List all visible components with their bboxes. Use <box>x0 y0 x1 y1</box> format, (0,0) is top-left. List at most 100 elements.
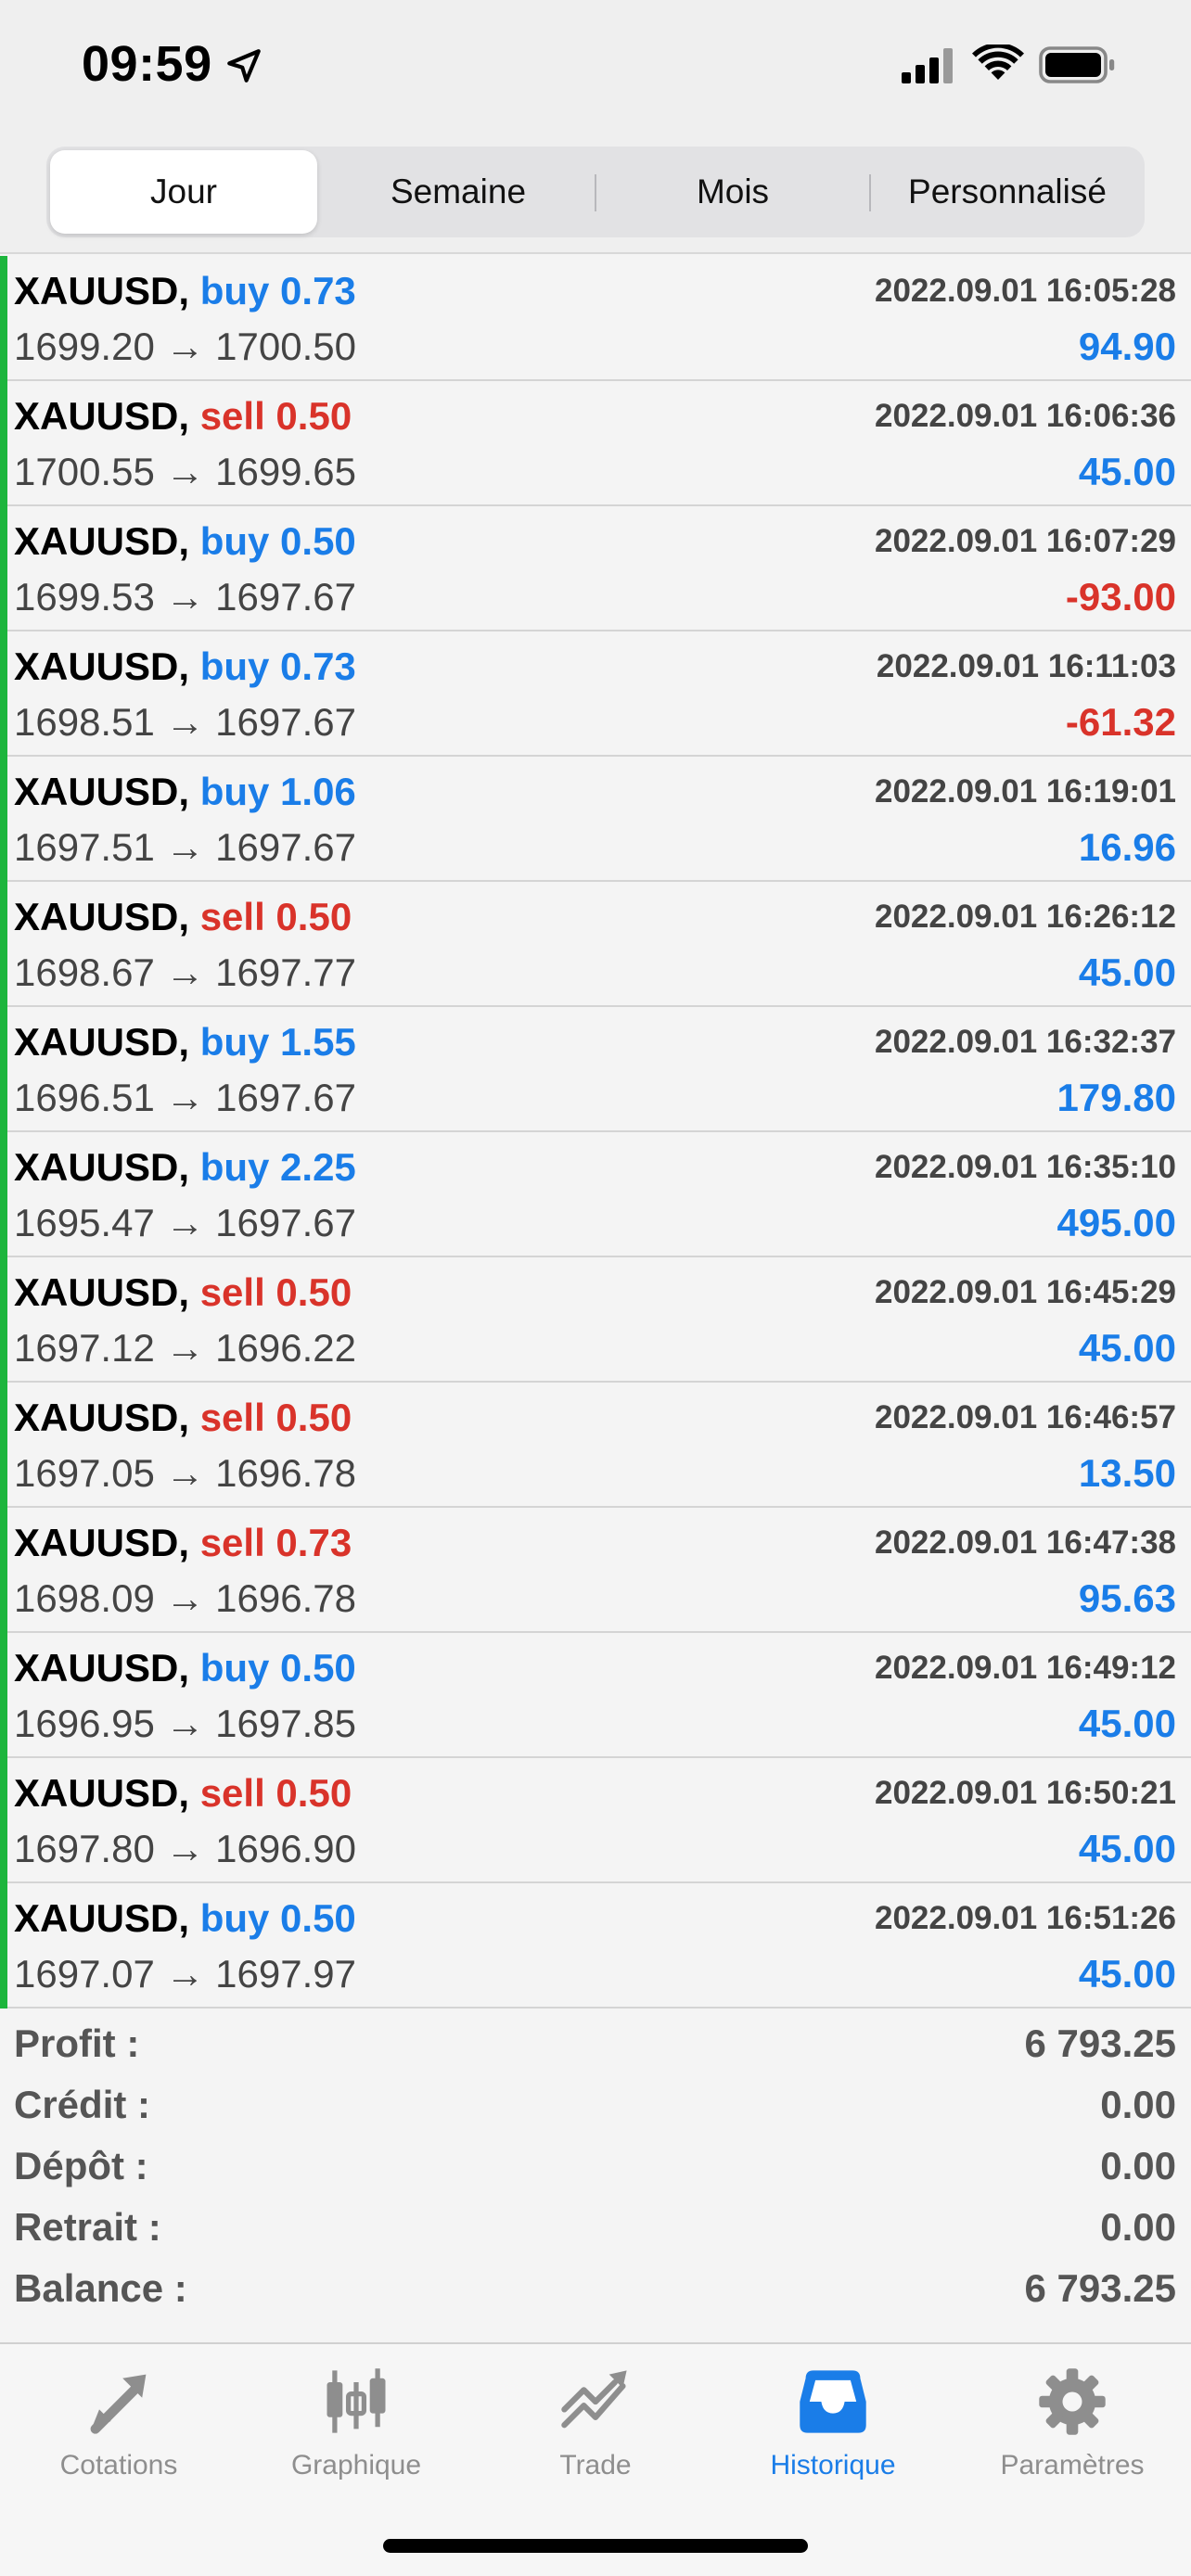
trade-row[interactable]: XAUUSD, buy 1.55 2022.09.01 16:32:37 1696.… <box>0 1007 1191 1132</box>
summary-value: 0.00 <box>1100 2144 1176 2187</box>
segment-month[interactable]: Mois <box>595 150 866 234</box>
trade-profit: 45.00 <box>1078 1702 1176 1745</box>
trade-row[interactable]: XAUUSD, sell 0.50 2022.09.01 16:50:21 1697… <box>0 1758 1191 1883</box>
segment-custom[interactable]: Personnalisé <box>869 150 1141 234</box>
summary-label: Retrait : <box>14 2205 161 2249</box>
trade-row[interactable]: XAUUSD, sell 0.50 2022.09.01 16:26:12 1698… <box>0 882 1191 1007</box>
trade-symbol: XAUUSD, <box>14 394 190 438</box>
summary-label: Dépôt : <box>14 2144 148 2187</box>
trade-symbol: XAUUSD, <box>14 1145 190 1189</box>
trade-time: 2022.09.01 16:26:12 <box>875 899 1176 935</box>
tab-trade[interactable]: Trade <box>477 2363 714 2502</box>
trade-time: 2022.09.01 16:07:29 <box>875 523 1176 559</box>
trade-profit: 495.00 <box>1057 1201 1176 1244</box>
segment-day[interactable]: Jour <box>50 150 317 234</box>
summary-row: Dépôt : 0.00 <box>0 2135 1191 2196</box>
trade-symbol-line: XAUUSD, sell 0.50 <box>14 895 352 939</box>
period-filter-bar: Jour Semaine Mois Personnalisé <box>0 139 1191 254</box>
tab-label: Cotations <box>59 2450 178 2480</box>
trade-profit: 16.96 <box>1078 825 1176 869</box>
trade-profit: -93.00 <box>1065 575 1176 618</box>
trade-symbol: XAUUSD, <box>14 770 190 813</box>
trade-direction-volume: buy 1.06 <box>199 770 356 813</box>
trade-direction-volume: buy 0.50 <box>199 1646 356 1690</box>
trade-symbol: XAUUSD, <box>14 1646 190 1690</box>
trade-time: 2022.09.01 16:50:21 <box>875 1775 1176 1811</box>
trade-profit: 45.00 <box>1078 950 1176 994</box>
tab-label: Paramètres <box>1000 2450 1145 2480</box>
trade-symbol: XAUUSD, <box>14 644 190 688</box>
trade-profit: 95.63 <box>1078 1576 1176 1620</box>
gear-icon <box>1039 2368 1106 2435</box>
trade-symbol: XAUUSD, <box>14 895 190 938</box>
trade-row[interactable]: XAUUSD, buy 2.25 2022.09.01 16:35:10 1695.… <box>0 1132 1191 1257</box>
trade-row[interactable]: XAUUSD, buy 0.50 2022.09.01 16:07:29 1699.… <box>0 506 1191 631</box>
trade-time: 2022.09.01 16:35:10 <box>875 1149 1176 1185</box>
trade-direction-volume: sell 0.50 <box>199 1771 352 1815</box>
trade-direction-volume: buy 0.50 <box>199 519 356 563</box>
trade-profit: -61.32 <box>1065 700 1176 744</box>
location-arrow-icon <box>227 49 261 83</box>
trade-symbol-line: XAUUSD, buy 0.73 <box>14 269 356 313</box>
trade-symbol: XAUUSD, <box>14 1896 190 1940</box>
trade-profit: 13.50 <box>1078 1451 1176 1495</box>
account-summary: Profit :6 793.25 Crédit :0.00 Dépôt :0.00 R… <box>0 2012 1191 2318</box>
tab-label: Trade <box>559 2450 632 2480</box>
trade-row[interactable]: XAUUSD, buy 0.50 2022.09.01 16:51:26 1697.… <box>0 1883 1191 2009</box>
trade-prices: 1698.09 → 1696.78 <box>14 1576 356 1620</box>
trade-symbol-line: XAUUSD, buy 0.50 <box>14 1896 356 1941</box>
trade-profit: 179.80 <box>1057 1076 1176 1119</box>
wifi-icon <box>972 45 1024 80</box>
trade-row[interactable]: XAUUSD, sell 0.73 2022.09.01 16:47:38 1698… <box>0 1508 1191 1633</box>
trade-direction-volume: buy 2.25 <box>199 1145 356 1189</box>
trade-direction-volume: buy 0.73 <box>199 644 356 688</box>
trade-profit: 45.00 <box>1078 450 1176 493</box>
trade-symbol-line: XAUUSD, buy 1.06 <box>14 770 356 814</box>
candlestick-chart-icon <box>327 2368 386 2433</box>
trade-direction-volume: sell 0.50 <box>199 394 352 438</box>
trade-symbol-line: XAUUSD, sell 0.50 <box>14 1396 352 1440</box>
trade-symbol: XAUUSD, <box>14 1521 190 1564</box>
trade-prices: 1697.12 → 1696.22 <box>14 1326 356 1370</box>
trade-symbol-line: XAUUSD, sell 0.73 <box>14 1521 352 1565</box>
trade-row[interactable]: XAUUSD, buy 0.73 2022.09.01 16:05:28 1699.… <box>0 256 1191 381</box>
trade-symbol-line: XAUUSD, buy 0.50 <box>14 519 356 564</box>
trade-prices: 1698.51 → 1697.67 <box>14 700 356 744</box>
trade-row[interactable]: XAUUSD, buy 0.50 2022.09.01 16:49:12 1696.… <box>0 1633 1191 1758</box>
summary-label: Profit : <box>14 2021 140 2065</box>
trade-trend-icon <box>561 2370 627 2429</box>
trade-direction-volume: sell 0.50 <box>199 1396 352 1439</box>
trade-symbol: XAUUSD, <box>14 1771 190 1815</box>
tab-chart[interactable]: Graphique <box>237 2363 475 2502</box>
summary-row: Retrait : 0.00 <box>0 2196 1191 2257</box>
history-inbox-icon <box>800 2370 866 2433</box>
trade-time: 2022.09.01 16:11:03 <box>876 648 1176 684</box>
trade-prices: 1695.47 → 1697.67 <box>14 1201 356 1244</box>
trade-row[interactable]: XAUUSD, sell 0.50 2022.09.01 16:45:29 1697… <box>0 1257 1191 1383</box>
trade-time: 2022.09.01 16:19:01 <box>875 773 1176 810</box>
trade-direction-volume: buy 0.73 <box>199 269 356 312</box>
tab-settings[interactable]: Paramètres <box>954 2363 1191 2502</box>
trade-row[interactable]: XAUUSD, sell 0.50 2022.09.01 16:46:57 1697… <box>0 1383 1191 1508</box>
status-bar: 09:59 <box>0 0 1191 139</box>
trade-direction-volume: buy 0.50 <box>199 1896 356 1940</box>
tab-history[interactable]: Historique <box>714 2363 952 2502</box>
summary-value: 0.00 <box>1100 2205 1176 2249</box>
summary-value: 0.00 <box>1100 2083 1176 2126</box>
trade-row[interactable]: XAUUSD, sell 0.50 2022.09.01 16:06:36 1700… <box>0 381 1191 506</box>
trade-symbol-line: XAUUSD, sell 0.50 <box>14 394 352 439</box>
trade-profit: 45.00 <box>1078 1952 1176 1996</box>
trade-direction-volume: sell 0.73 <box>199 1521 352 1564</box>
status-time: 09:59 <box>82 36 212 92</box>
trade-row[interactable]: XAUUSD, buy 0.73 2022.09.01 16:11:03 1698.… <box>0 631 1191 757</box>
trade-prices: 1699.53 → 1697.67 <box>14 575 356 618</box>
quotes-arrows-icon <box>90 2374 147 2434</box>
segment-week[interactable]: Semaine <box>325 150 592 234</box>
trade-profit: 45.00 <box>1078 1827 1176 1870</box>
trade-time: 2022.09.01 16:06:36 <box>875 398 1176 434</box>
trade-prices: 1697.80 → 1696.90 <box>14 1827 356 1870</box>
trade-time: 2022.09.01 16:32:37 <box>875 1024 1176 1060</box>
trade-row[interactable]: XAUUSD, buy 1.06 2022.09.01 16:19:01 1697.… <box>0 757 1191 882</box>
tab-quotes[interactable]: Cotations <box>0 2363 237 2502</box>
tab-label: Graphique <box>290 2450 422 2480</box>
